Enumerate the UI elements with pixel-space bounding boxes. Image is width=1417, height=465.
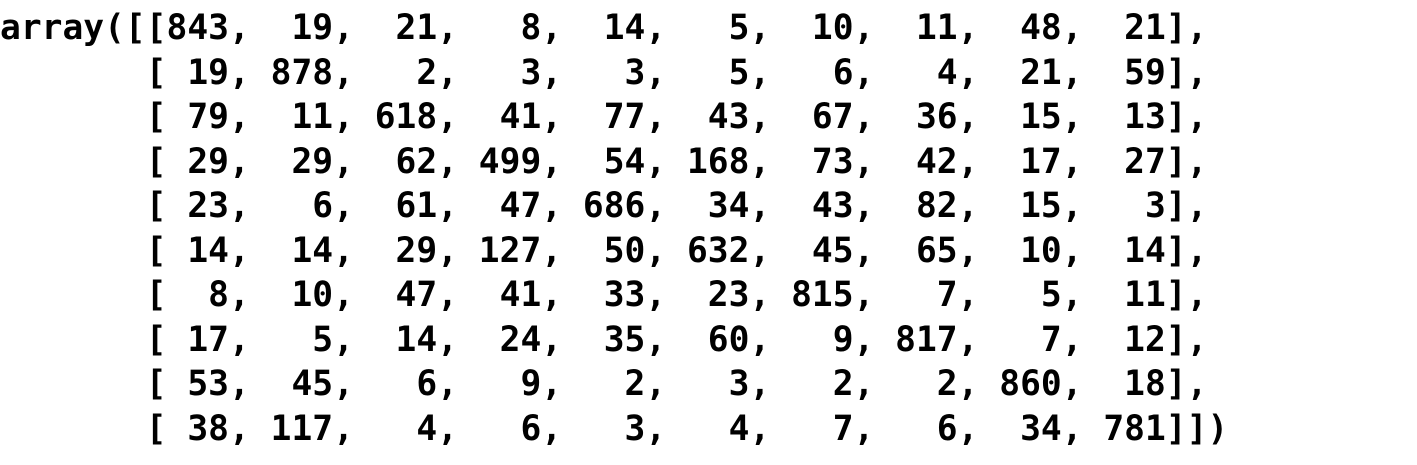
array-row-1: array([[843, 19, 21, 8, 14, 5, 10, 11, 4… — [0, 8, 1208, 48]
array-row-2: [ 19, 878, 2, 3, 3, 5, 6, 4, 21, 59], — [0, 52, 1208, 93]
array-row-6: [ 14, 14, 29, 127, 50, 632, 45, 65, 10, … — [0, 230, 1208, 271]
array-row-7: [ 8, 10, 47, 41, 33, 23, 815, 7, 5, 11], — [0, 275, 1208, 315]
array-row-10: [ 38, 117, 4, 6, 3, 4, 7, 6, 34, 781]]) — [0, 408, 1229, 449]
array-row-3: [ 79, 11, 618, 41, 77, 43, 67, 36, 15, 1… — [0, 97, 1208, 137]
array-row-8: [ 17, 5, 14, 24, 35, 60, 9, 817, 7, 12], — [0, 319, 1208, 360]
array-row-4: [ 29, 29, 62, 499, 54, 168, 73, 42, 17, … — [0, 141, 1208, 182]
array-row-9: [ 53, 45, 6, 9, 2, 3, 2, 2, 860, 18], — [0, 364, 1208, 404]
array-row-5: [ 23, 6, 61, 47, 686, 34, 43, 82, 15, 3]… — [0, 186, 1208, 226]
array-output: array([[843, 19, 21, 8, 14, 5, 10, 11, 4… — [0, 6, 1228, 451]
